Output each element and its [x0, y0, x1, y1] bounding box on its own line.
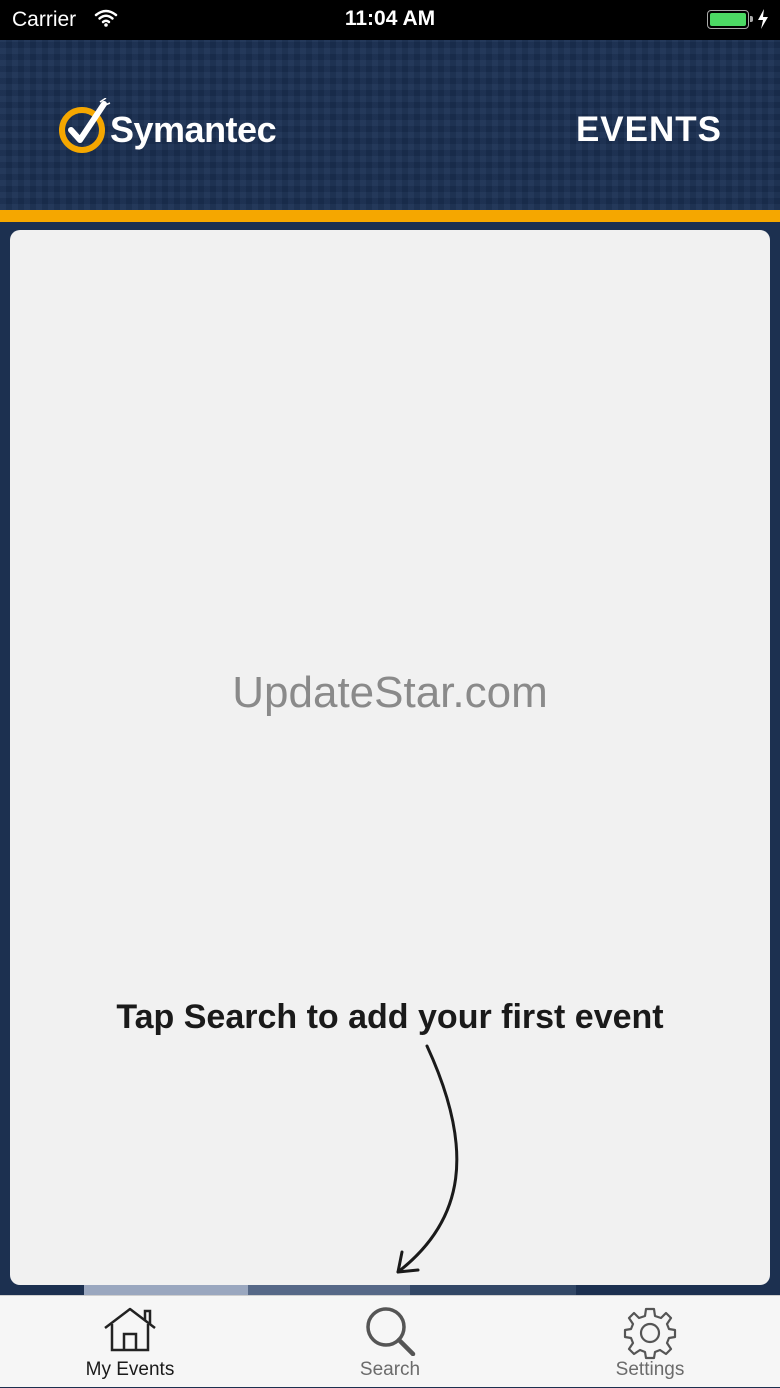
- tab-bar: My Events Search Settings: [0, 1295, 780, 1387]
- tab-my-events[interactable]: My Events: [0, 1296, 260, 1388]
- tab-search[interactable]: Search: [260, 1296, 520, 1388]
- tab-settings-label: Settings: [615, 1359, 685, 1380]
- charging-bolt-icon: [757, 9, 769, 34]
- pointer-arrow-icon: [390, 1040, 480, 1285]
- tab-settings[interactable]: Settings: [520, 1296, 780, 1388]
- gear-icon: [520, 1306, 780, 1360]
- status-bar: Carrier 11:04 AM: [0, 0, 780, 40]
- logo-check-icon: [58, 97, 112, 159]
- tab-search-label: Search: [359, 1359, 421, 1380]
- home-icon: [0, 1306, 260, 1352]
- background-strip: [410, 1285, 576, 1295]
- accent-divider: [0, 210, 780, 222]
- logo-trademark: ™: [262, 137, 270, 146]
- background-strip: [248, 1285, 410, 1295]
- empty-state-hint: Tap Search to add your first event: [116, 998, 664, 1036]
- page-title: EVENTS: [575, 110, 722, 149]
- tab-my-events-label: My Events: [85, 1359, 175, 1380]
- battery-icon: [707, 10, 753, 29]
- background-strip: [84, 1285, 248, 1295]
- clock: 11:04 AM: [344, 7, 436, 30]
- events-empty-state: UpdateStar.com Tap Search to add your fi…: [10, 230, 770, 1285]
- logo-text: Symantec: [110, 109, 277, 150]
- header-gap: [0, 222, 780, 230]
- app-header: Symantec ™ EVENTS: [0, 40, 780, 210]
- watermark-text: UpdateStar.com: [232, 668, 548, 717]
- search-icon: [260, 1306, 520, 1356]
